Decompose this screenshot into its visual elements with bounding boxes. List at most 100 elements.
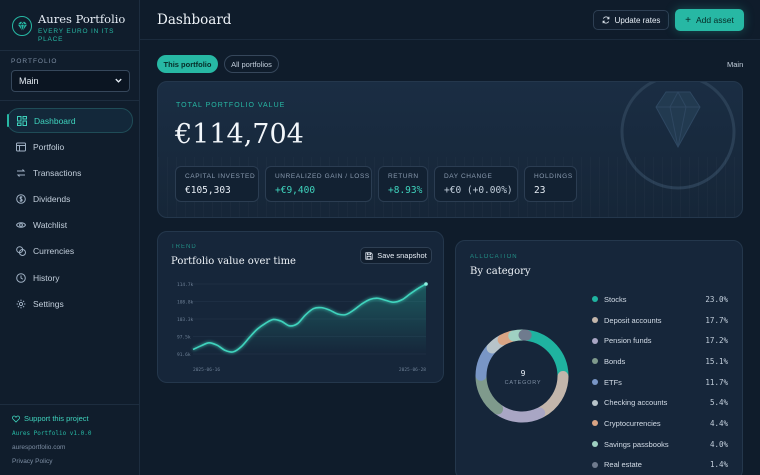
- sidebar-item-label: Watchlist: [33, 220, 68, 231]
- coins-icon: [16, 246, 26, 257]
- legend-name: Pension funds: [604, 336, 652, 346]
- sidebar-item-dashboard[interactable]: Dashboard: [7, 108, 133, 133]
- sidebar-item-label: Portfolio: [33, 141, 65, 152]
- donut-slice-bonds[interactable]: [475, 371, 504, 415]
- total-value-card: TOTAL PORTFOLIO VALUE €114,704 CAPITAL I…: [157, 81, 743, 218]
- sidebar-nav: Dashboard Portfolio Transactions Dividen…: [7, 108, 133, 318]
- gear-icon: [16, 299, 26, 309]
- support-label: Support this project: [24, 414, 89, 423]
- portfolio-select[interactable]: Main: [11, 70, 130, 92]
- legend-percent: 17.7%: [705, 315, 728, 325]
- y-tick-label: 97.5k: [177, 335, 191, 341]
- legend-item[interactable]: Stocks 23.0%: [592, 289, 728, 310]
- sidebar-item-dividends[interactable]: Dividends: [7, 187, 133, 212]
- legend-color-dot: [592, 296, 598, 303]
- add-asset-button[interactable]: + Add asset: [675, 9, 744, 31]
- add-asset-label: Add asset: [696, 15, 734, 25]
- sidebar-item-label: Dividends: [33, 194, 71, 205]
- stat-label: UNREALIZED GAIN / LOSS: [275, 173, 370, 180]
- stat-value: +€0 (+0.00%): [444, 185, 513, 196]
- gem-watermark-icon: [620, 82, 736, 190]
- stat-label: RETURN: [388, 173, 419, 180]
- legend-item[interactable]: Bonds 15.1%: [592, 351, 728, 372]
- legend-name: Stocks: [604, 294, 627, 304]
- donut-slice-etfs[interactable]: [475, 343, 497, 381]
- stat-label: CAPITAL INVESTED: [185, 173, 256, 180]
- sidebar-footer: Support this project Aures Portfolio v1.…: [12, 414, 132, 465]
- stat-value: +8.93%: [388, 185, 423, 196]
- topbar: Dashboard Update rates + Add asset: [140, 0, 760, 40]
- y-tick-label: 91.6k: [177, 352, 191, 358]
- portfolio-value-chart: 114.7k 108.8k 103.3k 97.5k 91.6k 2025-06-16 20…: [177, 282, 428, 373]
- stat-holdings: HOLDINGS 23: [524, 166, 577, 202]
- legend-color-dot: [592, 358, 598, 365]
- legend-percent: 1.4%: [709, 460, 728, 470]
- clock-icon: [16, 272, 26, 283]
- support-link[interactable]: Support this project: [12, 414, 132, 423]
- gem-icon: [12, 16, 32, 36]
- sidebar-item-label: Transactions: [33, 167, 82, 178]
- portfolio-select-value: Main: [19, 76, 39, 86]
- legend-percent: 23.0%: [705, 294, 728, 304]
- legend-item[interactable]: Real estate 1.4%: [592, 455, 728, 475]
- version-text: Aures Portfolio v1.0.0: [12, 430, 92, 437]
- legend-color-dot: [592, 337, 598, 344]
- legend-item[interactable]: Checking accounts 5.4%: [592, 392, 728, 413]
- legend-color-dot: [592, 461, 598, 468]
- sidebar-item-label: Currencies: [33, 246, 75, 257]
- legend-item[interactable]: ETFs 11.7%: [592, 372, 728, 393]
- sidebar-item-history[interactable]: History: [7, 265, 133, 290]
- legend-name: ETFs: [604, 377, 622, 387]
- stat-capital-invested: CAPITAL INVESTED €105,303: [175, 166, 259, 202]
- x-tick-label: 2025-06-28: [399, 367, 426, 373]
- legend-item[interactable]: Cryptocurrencies 4.4%: [592, 413, 728, 434]
- divider: [0, 404, 139, 405]
- legend-name: Savings passbooks: [604, 439, 669, 449]
- privacy-link[interactable]: Privacy Policy: [12, 458, 132, 465]
- allocation-card: ALLOCATION By category 9 CATEGORY Stocks…: [455, 240, 743, 475]
- divider: [0, 50, 139, 51]
- heart-icon: [12, 415, 20, 423]
- donut-slice-pension-funds[interactable]: [493, 404, 546, 423]
- legend-color-dot: [592, 420, 598, 427]
- sidebar-item-transactions[interactable]: Transactions: [7, 160, 133, 185]
- trend-card: TREND Portfolio value over time Save sna…: [157, 231, 444, 383]
- allocation-kicker: ALLOCATION: [470, 254, 518, 260]
- sidebar: Aures Portfolio EVERY EURO IN ITS PLACE …: [0, 0, 140, 475]
- update-rates-button[interactable]: Update rates: [593, 10, 669, 30]
- legend-item[interactable]: Deposit accounts 17.7%: [592, 310, 728, 331]
- legend-color-dot: [592, 399, 598, 406]
- stat-return: RETURN +8.93%: [378, 166, 428, 202]
- stat-unrealized-gain: UNREALIZED GAIN / LOSS +€9,400: [265, 166, 372, 202]
- plus-icon: +: [685, 14, 692, 26]
- stat-label: HOLDINGS: [534, 173, 573, 180]
- allocation-legend: Stocks 23.0% Deposit accounts 17.7% Pension …: [592, 289, 728, 475]
- legend-color-dot: [592, 317, 598, 324]
- sidebar-item-watchlist[interactable]: Watchlist: [7, 213, 133, 238]
- update-rates-label: Update rates: [614, 15, 661, 25]
- eye-icon: [16, 222, 26, 228]
- legend-name: Real estate: [604, 460, 642, 470]
- legend-item[interactable]: Pension funds 17.2%: [592, 330, 728, 351]
- sidebar-item-portfolio[interactable]: Portfolio: [7, 134, 133, 159]
- site-link[interactable]: auresportfolio.com: [12, 444, 132, 451]
- filter-all-portfolios[interactable]: All portfolios: [224, 55, 279, 73]
- filter-this-portfolio[interactable]: This portfolio: [157, 55, 218, 73]
- stat-value: +€9,400: [275, 185, 316, 196]
- legend-color-dot: [592, 379, 598, 386]
- legend-percent: 17.2%: [705, 336, 728, 346]
- brand-tagline: EVERY EURO IN ITS PLACE: [38, 28, 115, 43]
- allocation-title: By category: [470, 266, 531, 277]
- legend-percent: 11.7%: [705, 377, 728, 387]
- sidebar-item-label: Settings: [33, 298, 64, 309]
- current-portfolio-name: Main: [727, 60, 744, 69]
- legend-item[interactable]: Savings passbooks 4.0%: [592, 434, 728, 455]
- chevron-down-icon: [115, 78, 122, 83]
- legend-name: Cryptocurrencies: [604, 418, 661, 428]
- sidebar-item-currencies[interactable]: Currencies: [7, 239, 133, 264]
- page-title: Dashboard: [157, 12, 232, 28]
- sidebar-item-settings[interactable]: Settings: [7, 291, 133, 316]
- legend-percent: 4.4%: [709, 418, 728, 428]
- donut-center-count: 9: [520, 369, 526, 378]
- brand[interactable]: Aures Portfolio EVERY EURO IN ITS PLACE: [12, 12, 125, 44]
